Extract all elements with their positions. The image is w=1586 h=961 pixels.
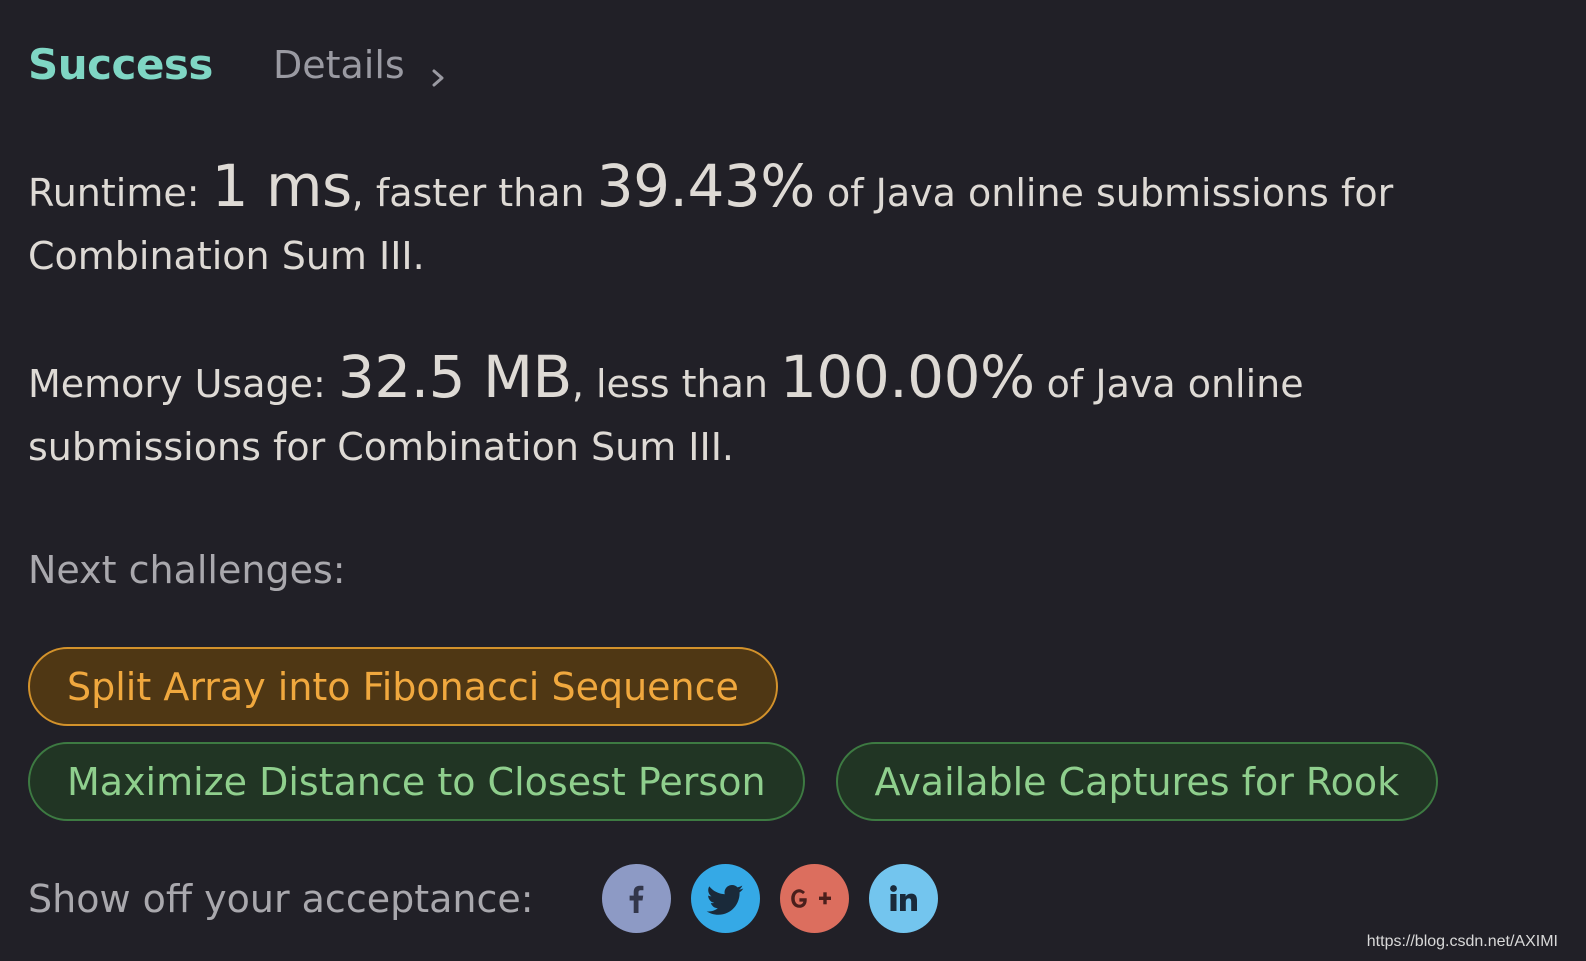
challenge-row: Split Array into Fibonacci Sequence [28,647,1548,726]
share-section: Show off your acceptance: [28,864,958,933]
status-label: Success [28,40,213,89]
memory-stat: Memory Usage: 32.5 MB, less than 100.00%… [28,346,1548,479]
chevron-right-icon [425,56,451,86]
memory-value: 32.5 MB [337,343,572,411]
runtime-label: Runtime: [28,171,212,215]
challenge-row: Maximize Distance to Closest Person Avai… [28,742,1548,821]
runtime-percent: 39.43% [596,152,816,220]
runtime-value: 1 ms [211,152,353,220]
challenge-button-maximize-distance[interactable]: Maximize Distance to Closest Person [28,742,805,821]
watermark-text: https://blog.csdn.net/AXIMI [1366,933,1558,950]
challenge-button-available-captures[interactable]: Available Captures for Rook [835,742,1439,821]
runtime-stat: Runtime: 1 ms, faster than 39.43% of Jav… [28,155,1548,288]
details-link[interactable]: Details [273,43,451,87]
memory-comparison: , less than [571,362,781,406]
details-label: Details [272,42,405,87]
share-label: Show off your acceptance: [28,876,534,921]
facebook-icon[interactable] [601,864,671,933]
result-header: Success Details [28,40,451,89]
linkedin-icon[interactable] [868,864,938,933]
twitter-icon[interactable] [690,864,760,933]
google-plus-icon[interactable] [779,864,849,933]
next-challenges-list: Split Array into Fibonacci Sequence Maxi… [28,647,1548,837]
memory-percent: 100.00% [780,343,1035,411]
next-challenges-label: Next challenges: [28,548,346,592]
runtime-comparison: , faster than [351,171,597,215]
challenge-button-split-array[interactable]: Split Array into Fibonacci Sequence [28,647,778,726]
memory-label: Memory Usage: [28,362,338,406]
submission-result-page: Success Details Runtime: 1 ms, faster th… [0,0,1586,961]
